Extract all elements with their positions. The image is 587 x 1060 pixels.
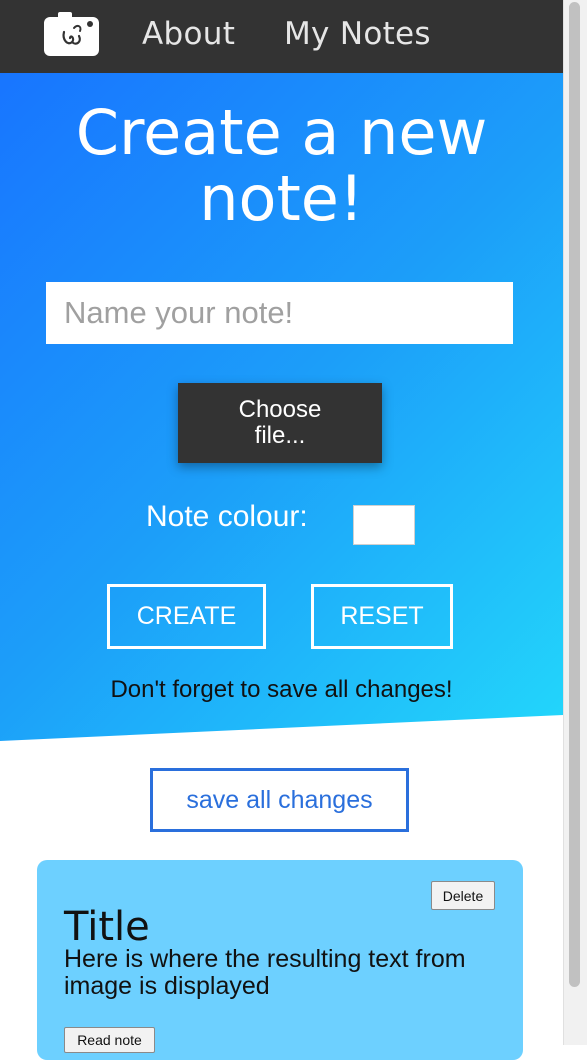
reset-button[interactable]: RESET [311, 584, 453, 649]
note-colour-label: Note colour: [146, 500, 308, 533]
read-note-button[interactable]: Read note [64, 1027, 155, 1053]
page-title: Create a new note! [0, 100, 563, 232]
nav-link-about[interactable]: About [142, 16, 235, 52]
save-all-changes-button[interactable]: save all changes [150, 768, 409, 832]
page-title-line-1: Create a new [75, 96, 488, 169]
nav-link-my-notes[interactable]: My Notes [284, 16, 431, 52]
delete-note-button[interactable]: Delete [431, 881, 495, 910]
page-title-line-2: note! [199, 162, 364, 235]
scrollbar-thumb[interactable] [569, 2, 580, 987]
choose-file-label: Choose file... [238, 396, 322, 449]
note-colour-picker[interactable] [353, 505, 415, 545]
note-name-input[interactable] [46, 282, 513, 344]
choose-file-button[interactable]: Choose file... [178, 383, 382, 463]
note-title: Title [64, 904, 150, 950]
create-button[interactable]: CREATE [107, 584, 266, 649]
camera-logo-icon[interactable] [44, 12, 99, 56]
note-card: Delete Title Here is where the resulting… [37, 860, 523, 1060]
navbar: About My Notes [0, 0, 563, 73]
note-text: Here is where the resulting text from im… [64, 945, 466, 1000]
save-reminder-text: Don't forget to save all changes! [110, 676, 453, 703]
